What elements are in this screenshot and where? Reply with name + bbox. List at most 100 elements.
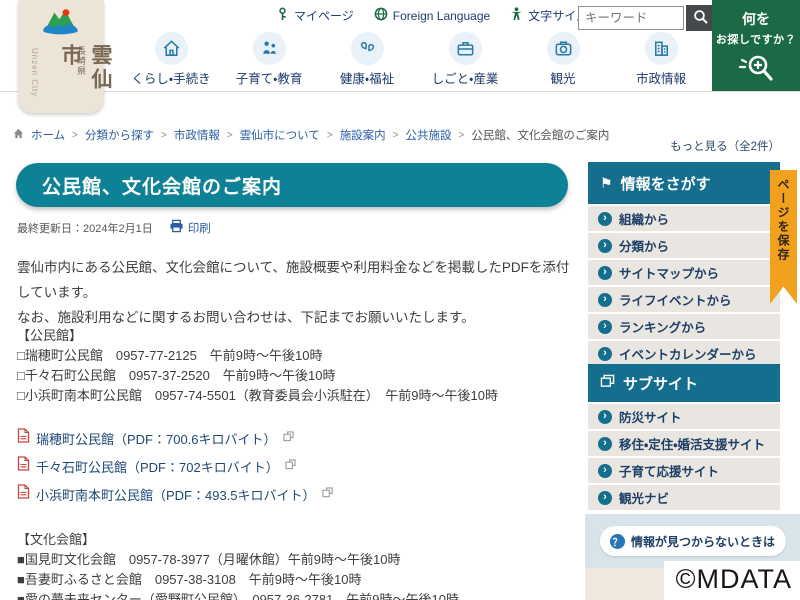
nav-label: くらし・手続き — [131, 72, 211, 86]
house-icon — [154, 32, 188, 65]
find-info-header: ⚑ 情報をさがす — [588, 162, 780, 204]
globe-icon — [374, 7, 388, 24]
sidebar-item-lifeevent[interactable]: › ライフイベントから — [588, 287, 780, 312]
logo-city-name: 雲仙市 — [59, 44, 112, 92]
what-are-you-looking-for-button[interactable]: 何を お探しですか？ — [712, 0, 800, 91]
page-title-box: 公民館、文化会館のご案内 — [16, 163, 568, 207]
sidebar-item-label: サイトマップから — [619, 267, 720, 281]
nav-item-kurashi[interactable]: くらし・手続き — [122, 32, 220, 87]
chevron-right-icon: › — [598, 346, 612, 361]
foreign-language-label: Foreign Language — [392, 8, 491, 23]
site-search — [578, 5, 716, 31]
magnifier-plus-icon — [712, 52, 800, 89]
accessibility-icon — [510, 7, 523, 24]
breadcrumb-separator: > — [161, 129, 167, 141]
search-icon — [693, 9, 709, 28]
pdf-row: 千々石町公民館（PDF：702キロバイト） — [17, 452, 577, 480]
mypage-label: マイページ — [294, 9, 354, 23]
find-info-list: › 組織から › 分類から › サイトマップから › ライフイベントから › ラ… — [588, 206, 780, 368]
nav-label: 健康・福祉 — [339, 72, 395, 86]
breadcrumb-link-home[interactable]: ホーム — [31, 127, 65, 143]
quick-search-line2: お探しですか？ — [715, 34, 797, 46]
printer-icon — [169, 219, 184, 236]
kominkan-section: 【公民館】 □瑞穂町公民館 0957-77-2125 午前9時～午後10時 □千… — [17, 326, 577, 406]
pdf-link-mizuho[interactable]: 瑞穂町公民館（PDF：700.6キロバイト） — [36, 429, 277, 448]
list-item: ■吾妻町ふるさと会館 0957-38-3108 午前9時～午後10時 — [17, 572, 362, 587]
sidebar-item-label: 子育て応援サイト — [619, 465, 720, 479]
print-button[interactable]: 印刷 — [169, 219, 211, 236]
sidebar-item-label: ランキングから — [619, 321, 707, 335]
breadcrumb-separator: > — [226, 129, 233, 141]
chevron-right-icon: › — [598, 436, 612, 451]
sidebar-item-eventcalendar[interactable]: › イベントカレンダーから — [588, 341, 780, 366]
breadcrumb-link-shisetsu[interactable]: 施設案内 — [340, 127, 386, 143]
question-icon: ？ — [609, 533, 625, 549]
not-found-button[interactable]: ？ 情報が見つからないときは — [599, 526, 786, 556]
sidebar-item-sitemap[interactable]: › サイトマップから — [588, 260, 780, 285]
breadcrumb-separator: > — [72, 129, 78, 141]
camera-icon — [546, 32, 580, 65]
list-item: □千々石町公民館 0957-37-2520 午前9時～午後10時 — [17, 368, 336, 383]
pdf-row: 小浜町南本町公民館（PDF：493.5キロバイト） — [17, 480, 577, 508]
logo-city-english: Unzen City — [30, 48, 39, 98]
pdf-link-obama[interactable]: 小浜町南本町公民館（PDF：493.5キロバイト） — [36, 485, 316, 504]
children-icon — [252, 32, 286, 65]
nav-label: 観光 — [550, 72, 576, 86]
chevron-right-icon: › — [598, 409, 612, 424]
more-link[interactable]: もっと見る（全2件） — [588, 138, 780, 154]
site-logo[interactable]: 長崎県 雲仙市 Unzen City — [18, 0, 112, 113]
sidebar-item-kanko-navi[interactable]: › 観光ナビ — [588, 485, 780, 510]
breadcrumb-link-shisei[interactable]: 市政情報 — [174, 127, 220, 143]
quick-search-line1: 何を — [742, 11, 770, 27]
kominkan-heading: 【公民館】 — [17, 328, 83, 343]
sidebar-item-label: 分類から — [619, 240, 670, 254]
find-info-title: 情報をさがす — [620, 175, 711, 193]
intro-paragraph: 雲仙市内にある公民館、文化会館について、施設概要や利用料金などを掲載したPDFを… — [17, 255, 573, 330]
sidebar-item-bunrui[interactable]: › 分類から — [588, 233, 780, 258]
save-page-ribbon[interactable]: ページを保存 — [770, 170, 797, 304]
sidebar-item-kosodate-ouen[interactable]: › 子育て応援サイト — [588, 458, 780, 483]
nav-item-shisei[interactable]: 市政情報 — [612, 32, 710, 87]
nav-item-kenko[interactable]: 健康・福祉 — [318, 32, 416, 87]
sidebar-item-iju[interactable]: › 移住・定住・婚活支援サイト — [588, 431, 780, 456]
pdf-icon — [17, 484, 30, 504]
breadcrumb-separator: > — [392, 129, 399, 141]
print-label: 印刷 — [187, 222, 211, 235]
nav-item-shigoto[interactable]: しごと・産業 — [416, 32, 514, 87]
sidebar-item-bosai[interactable]: › 防災サイト — [588, 404, 780, 429]
external-window-icon — [285, 457, 296, 475]
sidebar-item-ranking[interactable]: › ランキングから — [588, 314, 780, 339]
sidebar-item-label: イベントカレンダーから — [619, 348, 757, 362]
breadcrumb-link-kokyo[interactable]: 公共施設 — [406, 127, 452, 143]
chevron-right-icon: › — [598, 265, 612, 280]
main-nav: くらし・手続き 子育て・教育 健康・福祉 しごと・産業 観光 市政情報 — [122, 32, 712, 87]
nav-label: 市政情報 — [635, 72, 686, 86]
pdf-row: 瑞穂町公民館（PDF：700.6キロバイト） — [17, 424, 577, 452]
sidebar-item-soshiki[interactable]: › 組織から — [588, 206, 780, 231]
flag-icon: ⚑ — [600, 174, 613, 191]
chevron-right-icon: › — [598, 292, 612, 307]
search-input[interactable] — [578, 6, 684, 30]
subsite-header: サブサイト — [588, 364, 780, 402]
mypage-link[interactable]: マイページ — [276, 7, 354, 24]
not-found-label: 情報が見つからないときは — [630, 534, 775, 549]
foreign-language-link[interactable]: Foreign Language — [374, 7, 490, 24]
watermark: ©MDATA — [663, 561, 800, 600]
pdf-link-chijiwa[interactable]: 千々石町公民館（PDF：702キロバイト） — [36, 457, 279, 476]
breadcrumb-link-category[interactable]: 分類から探す — [85, 127, 154, 143]
list-item: ■国見町文化会館 0957-78-3977（月曜休館）午前9時～午後10時 — [17, 552, 401, 567]
nav-item-kosodate[interactable]: 子育て・教育 — [220, 32, 318, 87]
sidebar-item-label: ライフイベントから — [619, 294, 732, 308]
nav-label: 子育て・教育 — [235, 72, 303, 86]
subsite-title: サブサイト — [623, 375, 699, 393]
breadcrumb-separator: > — [458, 129, 465, 141]
intro-line-1: 雲仙市内にある公民館、文化会館について、施設概要や利用料金などを掲載したPDFを… — [17, 260, 570, 300]
list-item: □小浜町南本町公民館 0957-74-5501（教育委員会小浜駐在） 午前9時～… — [17, 388, 499, 403]
subsite-icon — [600, 374, 615, 392]
breadcrumb-link-about[interactable]: 雲仙市について — [240, 127, 320, 143]
nav-item-kanko[interactable]: 観光 — [514, 32, 612, 87]
subsite-list: › 防災サイト › 移住・定住・婚活支援サイト › 子育て応援サイト › 観光ナ… — [588, 404, 780, 512]
chevron-right-icon: › — [598, 211, 612, 226]
not-found-panel: ？ 情報が見つからないときは — [585, 514, 800, 568]
key-icon — [276, 7, 289, 24]
